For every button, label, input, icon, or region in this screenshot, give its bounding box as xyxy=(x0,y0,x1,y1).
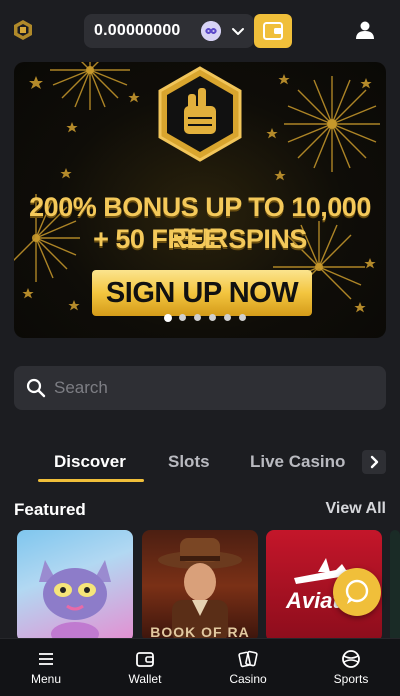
cards-icon xyxy=(238,650,258,668)
user-icon[interactable] xyxy=(355,20,375,40)
chevron-right-icon xyxy=(370,455,379,469)
nav-menu[interactable]: Menu xyxy=(0,639,96,696)
cat-character-art xyxy=(39,560,111,642)
bottom-navigation: Menu Wallet Casino Sports xyxy=(0,638,400,696)
search-input[interactable] xyxy=(54,366,374,410)
carousel-dot[interactable] xyxy=(179,314,186,321)
nav-label: Casino xyxy=(229,672,267,686)
wallet-button[interactable] xyxy=(254,14,292,48)
tabs-scroll-right-button[interactable] xyxy=(362,450,386,474)
top-header: 0.00000000 xyxy=(0,0,400,62)
carousel-dot[interactable] xyxy=(209,314,216,321)
live-chat-button[interactable] xyxy=(333,568,381,616)
nav-sports[interactable]: Sports xyxy=(301,639,400,696)
carousel-dot[interactable] xyxy=(239,314,246,321)
chat-icon xyxy=(345,579,369,604)
chevron-down-icon xyxy=(232,28,244,35)
balance-selector[interactable]: 0.00000000 xyxy=(84,14,254,48)
featured-title: Featured xyxy=(14,500,86,519)
carousel-dot[interactable] xyxy=(164,313,172,322)
nav-label: Sports xyxy=(333,672,369,686)
nav-casino[interactable]: Casino xyxy=(198,639,298,696)
fist-emblem xyxy=(158,66,242,162)
game-card[interactable]: BOOK OF RA xyxy=(142,530,258,642)
menu-icon xyxy=(39,653,53,665)
promo-banner[interactable]: 200% BONUS UP TO 10,000 EUR + 50 FREE SP… xyxy=(14,62,386,338)
view-all-link[interactable]: View All xyxy=(326,500,386,518)
sign-up-button[interactable]: SIGN UP NOW xyxy=(92,270,312,316)
carousel-dot[interactable] xyxy=(224,314,231,321)
carousel-dot[interactable] xyxy=(194,314,201,321)
promo-subheadline: + 50 FREE SPINS xyxy=(93,224,307,254)
game-card[interactable] xyxy=(17,530,133,642)
ball-icon xyxy=(342,650,360,668)
crypto-coin-icon xyxy=(201,21,221,41)
tab-live-casino[interactable]: Live Casino xyxy=(250,452,345,472)
nav-wallet[interactable]: Wallet xyxy=(95,639,195,696)
game-card[interactable] xyxy=(390,530,400,642)
tab-discover[interactable]: Discover xyxy=(54,452,126,472)
balance-value: 0.00000000 xyxy=(94,22,181,39)
nav-label: Menu xyxy=(30,672,62,686)
nav-label: Wallet xyxy=(128,672,162,686)
tab-slots[interactable]: Slots xyxy=(168,452,210,472)
search-icon xyxy=(26,378,46,398)
wallet-icon xyxy=(136,652,154,667)
search-bar[interactable] xyxy=(14,366,386,410)
active-tab-indicator xyxy=(38,479,144,482)
brand-logo[interactable] xyxy=(12,19,34,41)
wallet-icon xyxy=(263,22,283,40)
